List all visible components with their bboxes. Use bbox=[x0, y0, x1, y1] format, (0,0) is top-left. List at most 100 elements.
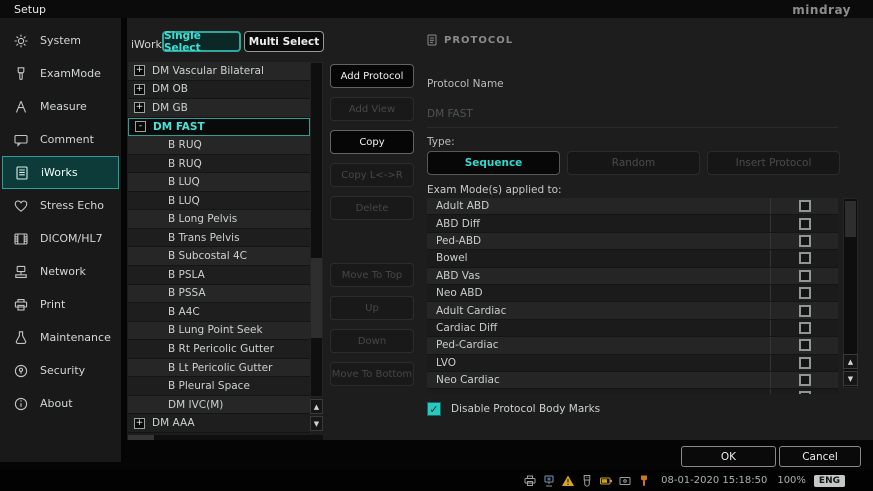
protocol-tree-item[interactable]: B Pleural Space bbox=[128, 377, 310, 396]
exam-mode-checkbox[interactable] bbox=[799, 270, 811, 282]
exam-mode-checkbox[interactable] bbox=[799, 305, 811, 317]
tree-scrollbar-thumb[interactable] bbox=[311, 258, 322, 338]
protocol-name-label: Protocol Name bbox=[427, 78, 504, 90]
protocol-tree-label: DM FAST bbox=[153, 121, 205, 133]
sidebar-item-measure[interactable]: Measure bbox=[0, 90, 121, 123]
protocol-tree-item[interactable]: B RUQ bbox=[128, 155, 310, 174]
exam-mode-row[interactable]: ABD Vas bbox=[427, 268, 838, 285]
probe-status-icon bbox=[637, 474, 651, 488]
protocol-tree-label: B Rt Pericolic Gutter bbox=[168, 343, 274, 355]
protocol-tree-item[interactable]: B Lt Pericolic Gutter bbox=[128, 359, 310, 378]
protocol-tree-item[interactable]: + DM AAA bbox=[128, 414, 310, 433]
exam-mode-checkbox[interactable] bbox=[799, 357, 811, 369]
sidebar-item-system[interactable]: System bbox=[0, 24, 121, 57]
exam-table-scroll-up-button[interactable]: ▲ bbox=[843, 354, 858, 369]
protocol-tree-item[interactable]: B LUQ bbox=[128, 192, 310, 211]
ok-button[interactable]: OK bbox=[681, 446, 776, 467]
multi-select-button[interactable]: Multi Select bbox=[244, 31, 324, 52]
sidebar-item-iworks[interactable]: iWorks bbox=[2, 156, 119, 189]
protocol-tree-item[interactable]: B Long Pelvis bbox=[128, 210, 310, 229]
protocol-name-input[interactable]: DM FAST bbox=[427, 108, 838, 128]
protocol-tree-item[interactable]: + DM OB bbox=[128, 81, 310, 100]
iworks-panel: iWorks Single Select Multi Select + DM V… bbox=[127, 18, 873, 440]
exam-mode-checkbox-cell bbox=[770, 372, 838, 388]
exam-mode-row[interactable]: Adult ABD bbox=[427, 198, 838, 215]
sidebar-item-security[interactable]: Security bbox=[0, 354, 121, 387]
exam-table-scroll-down-button[interactable]: ▼ bbox=[843, 371, 858, 386]
exam-mode-checkbox[interactable] bbox=[799, 252, 811, 264]
cancel-button[interactable]: Cancel bbox=[779, 446, 861, 467]
protocol-tree-item[interactable]: B Lung Point Seek bbox=[128, 322, 310, 341]
protocol-tree-label: B Lt Pericolic Gutter bbox=[168, 362, 272, 374]
type-label: Type: bbox=[427, 136, 455, 148]
exam-mode-checkbox[interactable] bbox=[799, 200, 811, 212]
tree-scroll-down-button[interactable]: ▼ bbox=[310, 416, 323, 431]
exam-mode-label: Cardiac Diff bbox=[427, 320, 770, 336]
exam-mode-label: Neo ABD bbox=[427, 285, 770, 301]
datetime: 08-01-2020 15:18:50 bbox=[661, 475, 767, 486]
exam-mode-row[interactable]: Neo Cardiac bbox=[427, 372, 838, 389]
expand-toggle-icon[interactable]: - bbox=[135, 121, 146, 132]
expand-toggle-icon[interactable]: + bbox=[134, 102, 145, 113]
protocol-section-header: PROTOCOL bbox=[427, 34, 513, 46]
exam-mode-checkbox[interactable] bbox=[799, 339, 811, 351]
sidebar-item-print[interactable]: Print bbox=[0, 288, 121, 321]
exam-mode-row[interactable]: Neo ABD bbox=[427, 285, 838, 302]
exam-mode-row[interactable]: ABD Diff bbox=[427, 215, 838, 232]
exam-mode-row[interactable]: Adult Cardiac bbox=[427, 302, 838, 319]
protocol-tree-item[interactable]: DM IVC(M) bbox=[128, 396, 310, 415]
warning-icon bbox=[561, 474, 575, 488]
sidebar-item-label: Measure bbox=[40, 100, 87, 113]
protocol-tree-item[interactable]: + DM GB bbox=[128, 99, 310, 118]
exam-mode-checkbox[interactable] bbox=[799, 374, 811, 386]
expand-toggle-icon[interactable]: + bbox=[134, 418, 145, 429]
copy-button[interactable]: Copy bbox=[330, 130, 414, 154]
exam-mode-checkbox[interactable] bbox=[799, 218, 811, 230]
protocol-tree-item[interactable]: B PSSA bbox=[128, 285, 310, 304]
sidebar-item-comment[interactable]: Comment bbox=[0, 123, 121, 156]
protocol-tree-item[interactable]: B RUQ bbox=[128, 136, 310, 155]
protocol-tree-item[interactable]: B A4C bbox=[128, 303, 310, 322]
sidebar-item-stress-echo[interactable]: Stress Echo bbox=[0, 189, 121, 222]
exam-table-scrollbar-thumb[interactable] bbox=[845, 201, 856, 237]
exam-mode-checkbox[interactable] bbox=[799, 287, 811, 299]
tree-hscrollbar[interactable] bbox=[128, 435, 323, 440]
add-protocol-button[interactable]: Add Protocol bbox=[330, 64, 414, 88]
body-marks-checkbox[interactable] bbox=[427, 402, 441, 416]
tree-hscrollbar-thumb[interactable] bbox=[128, 435, 154, 440]
exam-mode-checkbox[interactable] bbox=[799, 322, 811, 334]
exam-mode-checkbox[interactable] bbox=[799, 235, 811, 247]
protocol-tree-item[interactable]: - DM FAST bbox=[128, 118, 310, 137]
protocol-tree-item[interactable]: B PSLA bbox=[128, 266, 310, 285]
exam-mode-label: Neo Cardiac bbox=[427, 372, 770, 388]
exam-mode-row[interactable]: LVO bbox=[427, 355, 838, 372]
expand-toggle-icon[interactable]: + bbox=[134, 84, 145, 95]
tree-scroll-up-button[interactable]: ▲ bbox=[310, 399, 323, 414]
type-sequence-button[interactable]: Sequence bbox=[427, 151, 560, 175]
tree-scrollbar[interactable] bbox=[310, 62, 323, 397]
protocol-tree-label: DM AAA bbox=[152, 417, 195, 429]
expand-toggle-icon[interactable]: + bbox=[134, 65, 145, 76]
sidebar-item-network[interactable]: Network bbox=[0, 255, 121, 288]
protocol-tree-item[interactable]: B LUQ bbox=[128, 173, 310, 192]
exam-mode-row[interactable]: Ped-Cardiac bbox=[427, 337, 838, 354]
exam-mode-row[interactable]: Bowel bbox=[427, 250, 838, 267]
battery-percent: 100% bbox=[777, 475, 806, 486]
top-bar: Setup mindray bbox=[0, 0, 873, 18]
protocol-tree-item[interactable]: B Subcostal 4C bbox=[128, 247, 310, 266]
sidebar-item-about[interactable]: About bbox=[0, 387, 121, 420]
exam-mode-row[interactable]: Ped-ABD bbox=[427, 233, 838, 250]
sidebar-item-dicom[interactable]: DICOM/HL7 bbox=[0, 222, 121, 255]
protocol-tree-label: B RUQ bbox=[168, 158, 202, 170]
protocol-tree-label: DM GB bbox=[152, 102, 188, 114]
exam-mode-checkbox-cell bbox=[770, 320, 838, 336]
protocol-tree-item[interactable]: + DM Vascular Bilateral bbox=[128, 62, 310, 81]
protocol-tree-item[interactable]: B Trans Pelvis bbox=[128, 229, 310, 248]
sidebar-item-exammode[interactable]: ExamMode bbox=[0, 57, 121, 90]
exam-mode-row[interactable]: Cardiac Diff bbox=[427, 320, 838, 337]
sidebar-item-label: ExamMode bbox=[40, 67, 101, 80]
protocol-tree-item[interactable]: B Rt Pericolic Gutter bbox=[128, 340, 310, 359]
single-select-button[interactable]: Single Select bbox=[162, 31, 241, 52]
sidebar-item-maintenance[interactable]: Maintenance bbox=[0, 321, 121, 354]
exam-mode-label: ABD Diff bbox=[427, 215, 770, 231]
